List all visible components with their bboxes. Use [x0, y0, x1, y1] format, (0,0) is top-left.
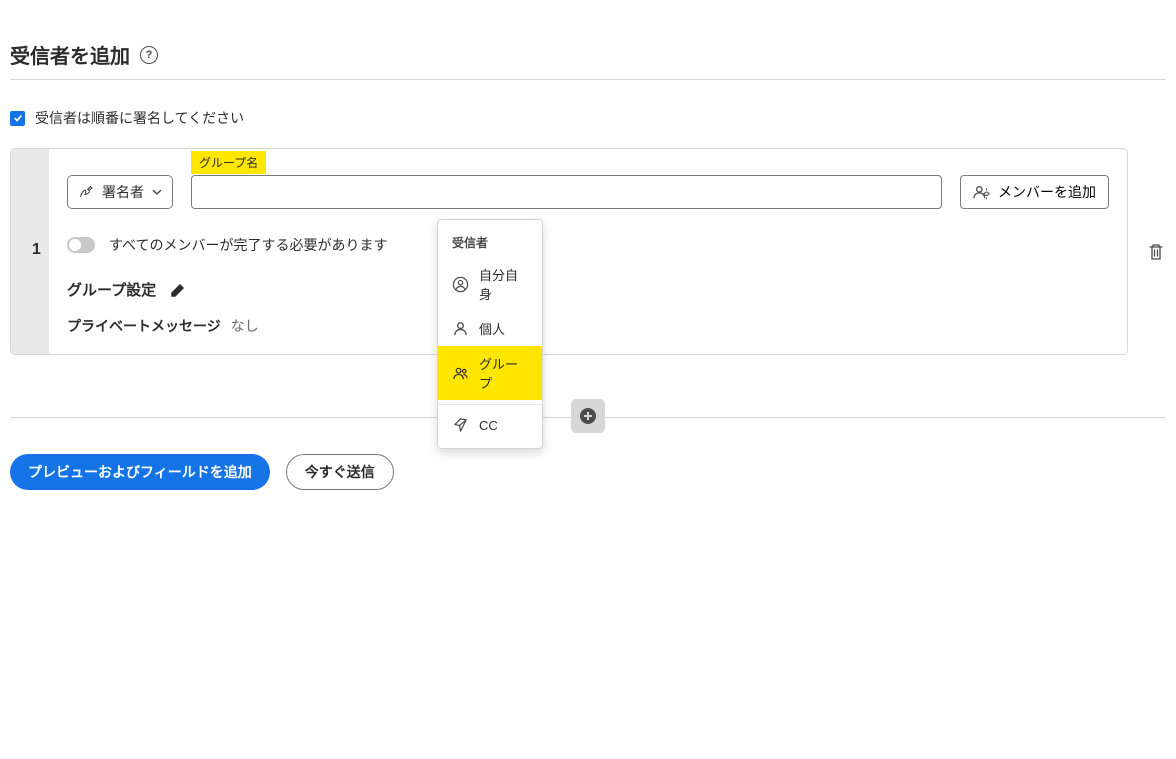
- dropdown-item-cc[interactable]: CC: [438, 409, 542, 442]
- all-complete-label: すべてのメンバーが完了する必要があります: [109, 235, 387, 255]
- group-icon: [452, 365, 469, 382]
- sign-icon: [78, 184, 94, 200]
- dropdown-divider: [438, 404, 542, 405]
- dropdown-item-individual[interactable]: 個人: [438, 311, 542, 346]
- add-member-button[interactable]: メンバーを追加: [960, 175, 1109, 209]
- sign-order-checkbox[interactable]: [10, 111, 25, 126]
- page-title: 受信者を追加: [10, 40, 130, 69]
- role-select[interactable]: 署名者: [67, 175, 173, 209]
- group-name-field-wrap: グループ名: [191, 175, 942, 209]
- dropdown-header: 受信者: [438, 226, 542, 257]
- group-settings-label: グループ設定: [67, 279, 156, 300]
- footer-buttons: プレビューおよびフィールドを追加 今すぐ送信: [10, 454, 1166, 490]
- dropdown-item-myself[interactable]: 自分自身: [438, 257, 542, 311]
- group-settings-row: グループ設定: [67, 279, 1109, 300]
- add-recipient-button[interactable]: [571, 399, 605, 433]
- add-recipient-divider: [10, 417, 1166, 418]
- sign-order-label: 受信者は順番に署名してください: [35, 108, 244, 128]
- preview-button[interactable]: プレビューおよびフィールドを追加: [10, 454, 270, 490]
- recipient-type-dropdown: 受信者 自分自身 個人 グループ: [437, 219, 543, 449]
- help-icon[interactable]: ?: [140, 46, 158, 64]
- add-member-label: メンバーを追加: [998, 182, 1096, 202]
- dropdown-item-label: 自分自身: [479, 265, 528, 303]
- recipient-card: 署名者 グループ名 メンバーを追加 受信者 自分自身: [10, 148, 1128, 355]
- dropdown-item-label: CC: [479, 418, 498, 433]
- plus-circle-icon: [579, 407, 597, 425]
- recipient-row: 1 署名者 グループ名 メンバーを追加: [10, 148, 1166, 355]
- page-header: 受信者を追加 ?: [10, 40, 1166, 80]
- dropdown-item-label: 個人: [479, 319, 505, 338]
- dropdown-item-group[interactable]: グループ: [438, 346, 542, 400]
- all-complete-toggle-row: すべてのメンバーが完了する必要があります: [67, 235, 1109, 255]
- group-name-label: グループ名: [191, 151, 266, 174]
- private-message-row: プライベートメッセージ なし: [67, 316, 1109, 336]
- group-add-icon: [973, 183, 991, 201]
- private-message-label: プライベートメッセージ: [67, 318, 221, 334]
- send-now-button[interactable]: 今すぐ送信: [286, 454, 394, 490]
- private-message-value: なし: [231, 318, 259, 334]
- all-complete-toggle[interactable]: [67, 237, 95, 253]
- recipient-input-row: 署名者 グループ名 メンバーを追加 受信者 自分自身: [67, 175, 1109, 209]
- send-icon: [452, 417, 469, 434]
- drag-handle[interactable]: [11, 149, 49, 354]
- myself-icon: [452, 276, 469, 293]
- person-icon: [452, 320, 469, 337]
- recipient-card-body: 署名者 グループ名 メンバーを追加 受信者 自分自身: [49, 149, 1127, 354]
- group-name-input[interactable]: [191, 175, 942, 209]
- dropdown-item-label: グループ: [479, 354, 528, 392]
- role-label: 署名者: [102, 182, 144, 202]
- delete-icon[interactable]: [1146, 242, 1166, 262]
- recipient-order-number: 1: [32, 241, 41, 259]
- chevron-down-icon: [152, 187, 162, 197]
- sign-order-checkbox-row: 受信者は順番に署名してください: [10, 108, 1166, 128]
- edit-icon[interactable]: [170, 282, 186, 298]
